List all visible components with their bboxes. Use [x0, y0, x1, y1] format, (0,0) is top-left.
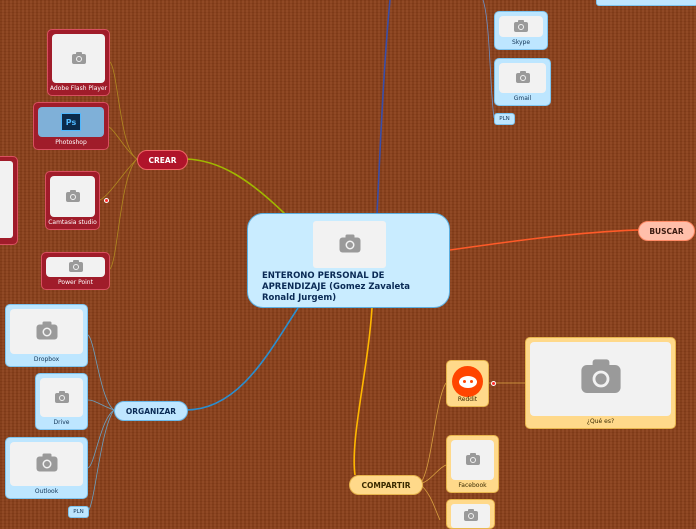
photoshop-icon: Ps — [61, 113, 81, 131]
branch-crear[interactable]: CREAR — [137, 150, 188, 170]
camera-icon — [465, 453, 480, 465]
camera-icon — [36, 321, 57, 339]
comunicar-item-gmail[interactable]: Gmail — [494, 58, 551, 106]
central-image — [313, 221, 386, 268]
reddit-icon — [452, 366, 483, 397]
branch-organizar[interactable]: ORGANIZAR — [114, 401, 188, 421]
comunicar-pln-tag[interactable]: PLN — [494, 113, 515, 125]
compartir-item-facebook[interactable]: Facebook — [446, 435, 499, 493]
central-title: ENTERONO PERSONAL DE APRENDIZAJE (Gomez … — [262, 271, 411, 303]
crear-item-photoshop[interactable]: Ps Photoshop — [33, 102, 109, 150]
organizar-item-dropbox[interactable]: Dropbox — [5, 304, 88, 367]
camera-icon — [514, 19, 528, 32]
crear-partial-card[interactable] — [0, 156, 18, 245]
branch-buscar[interactable]: BUSCAR — [638, 221, 695, 241]
camera-icon — [580, 359, 621, 393]
camera-icon — [54, 390, 69, 403]
crear-item-camtasia-studio[interactable]: Camtasia studio — [45, 171, 100, 230]
compartir-item-reddit[interactable]: Reddit — [446, 360, 489, 407]
camera-icon — [68, 260, 83, 272]
partial-top-card — [596, 0, 696, 6]
compartir-partial-card[interactable] — [446, 499, 495, 529]
organizar-item-outlook[interactable]: Outlook — [5, 437, 88, 499]
crear-item-adobe-flash-player[interactable]: Adobe Flash Player — [47, 29, 110, 96]
camera-icon — [36, 453, 57, 472]
camera-icon — [339, 234, 360, 252]
organizar-item-drive[interactable]: Drive — [35, 373, 88, 430]
reddit-detail-card[interactable]: ¿Qué es? — [525, 337, 676, 429]
camera-icon — [515, 71, 530, 83]
branch-compartir[interactable]: COMPARTIR — [349, 475, 423, 495]
collapse-dot[interactable] — [491, 381, 496, 386]
comunicar-item-skype[interactable]: Skype — [494, 11, 548, 50]
camera-icon — [65, 189, 80, 202]
central-topic[interactable]: ENTERONO PERSONAL DE APRENDIZAJE (Gomez … — [247, 213, 450, 308]
camera-icon — [71, 51, 86, 64]
crear-item-power-point[interactable]: Power Point — [41, 252, 110, 290]
collapse-dot[interactable] — [104, 198, 109, 203]
organizar-pln-tag[interactable]: PLN — [68, 506, 89, 518]
